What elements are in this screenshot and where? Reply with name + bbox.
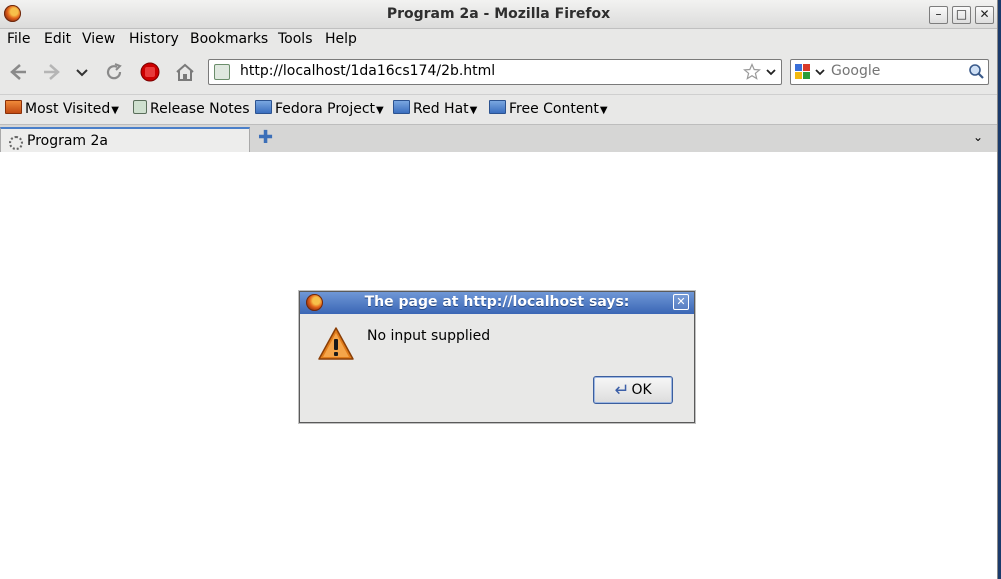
menu-label: Edit — [44, 31, 72, 47]
menu-label: History — [129, 31, 179, 47]
menu-history[interactable]: History — [129, 31, 179, 47]
chevron-down-icon: ▼ — [469, 105, 478, 116]
menu-label: Help — [325, 31, 357, 47]
title-bar[interactable]: Program 2a - Mozilla Firefox – □ ✕ — [0, 0, 997, 29]
minimize-button[interactable]: – — [929, 6, 948, 24]
home-icon[interactable] — [174, 61, 196, 83]
tab-list-dropdown-icon[interactable]: ⌄ — [973, 130, 983, 144]
ok-button[interactable]: ↵ OK — [593, 376, 673, 404]
bookmark-label: Release Notes — [150, 101, 250, 117]
search-engine-dropdown-icon[interactable] — [814, 66, 826, 78]
google-engine-icon[interactable] — [794, 63, 812, 81]
close-icon: ✕ — [676, 295, 686, 308]
menu-file[interactable]: File — [7, 31, 30, 47]
folder-icon — [255, 100, 272, 114]
bookmark-star-icon[interactable] — [743, 63, 761, 81]
alert-dialog: The page at http://localhost says: ✕ No … — [299, 291, 695, 423]
dialog-close-button[interactable]: ✕ — [673, 294, 689, 310]
ok-label: OK — [631, 381, 652, 398]
tab-label: Program 2a — [27, 133, 109, 149]
bookmark-label: Most Visited — [25, 101, 111, 117]
reload-icon[interactable] — [103, 61, 125, 83]
stop-icon[interactable] — [139, 61, 161, 83]
bookmark-label: Fedora Project — [275, 101, 376, 117]
enter-key-icon: ↵ — [614, 379, 630, 401]
menu-tools[interactable]: Tools — [278, 31, 313, 47]
warning-icon — [318, 327, 354, 360]
bookmark-label: Free Content — [509, 101, 599, 117]
bookmark-most-visited[interactable]: Most Visited▼ — [5, 100, 119, 117]
folder-icon — [489, 100, 506, 114]
window-title: Program 2a - Mozilla Firefox — [386, 6, 611, 22]
tab-strip: Program 2a ✚ ⌄ — [0, 124, 997, 153]
menu-label: View — [82, 31, 116, 47]
back-icon[interactable] — [6, 61, 28, 83]
history-dropdown-icon[interactable] — [74, 61, 90, 83]
url-bar[interactable] — [208, 59, 782, 85]
dialog-title: The page at http://localhost says: — [364, 294, 630, 310]
search-input[interactable] — [831, 63, 961, 79]
menu-bar: File Edit View History Bookmarks Tools H… — [0, 29, 997, 51]
bookmark-red-hat[interactable]: Red Hat▼ — [393, 100, 477, 117]
search-bar[interactable] — [790, 59, 989, 85]
bookmark-fedora-project[interactable]: Fedora Project▼ — [255, 100, 384, 117]
menu-edit[interactable]: Edit — [44, 31, 71, 47]
url-dropdown-icon[interactable] — [765, 66, 777, 78]
loading-spinner-icon — [9, 136, 23, 150]
menu-label: File — [7, 31, 31, 47]
chevron-down-icon: ▼ — [376, 105, 384, 116]
menu-label: Tools — [278, 31, 313, 47]
menu-help[interactable]: Help — [325, 31, 357, 47]
close-icon: ✕ — [979, 7, 990, 21]
browser-window: Program 2a - Mozilla Firefox – □ ✕ File … — [0, 0, 998, 579]
search-icon[interactable] — [968, 63, 985, 80]
navigation-toolbar — [0, 53, 997, 91]
forward-icon[interactable] — [42, 61, 64, 83]
maximize-button[interactable]: □ — [952, 6, 971, 24]
maximize-icon: □ — [955, 7, 968, 21]
most-visited-icon — [5, 100, 22, 114]
folder-icon — [393, 100, 410, 114]
bookmark-release-notes[interactable]: Release Notes — [133, 100, 250, 117]
dialog-message: No input supplied — [367, 328, 491, 344]
tab-program-2a[interactable]: Program 2a — [0, 127, 250, 153]
menu-view[interactable]: View — [82, 31, 115, 47]
close-button[interactable]: ✕ — [975, 6, 994, 24]
minimize-icon: – — [935, 7, 942, 21]
chevron-down-icon: ▼ — [111, 105, 119, 116]
url-input[interactable] — [240, 63, 720, 79]
dialog-title-bar[interactable]: The page at http://localhost says: ✕ — [300, 292, 694, 314]
bookmark-label: Red Hat — [413, 101, 469, 117]
site-identity-icon[interactable] — [214, 64, 230, 80]
bookmark-free-content[interactable]: Free Content▼ — [489, 100, 608, 117]
menu-bookmarks[interactable]: Bookmarks — [190, 31, 268, 47]
page-icon — [133, 100, 147, 114]
new-tab-icon[interactable]: ✚ — [258, 129, 273, 147]
menu-label: Bookmarks — [190, 31, 269, 47]
bookmarks-toolbar: Most Visited▼ Release Notes Fedora Proje… — [0, 94, 997, 123]
chevron-down-icon: ▼ — [599, 105, 608, 116]
